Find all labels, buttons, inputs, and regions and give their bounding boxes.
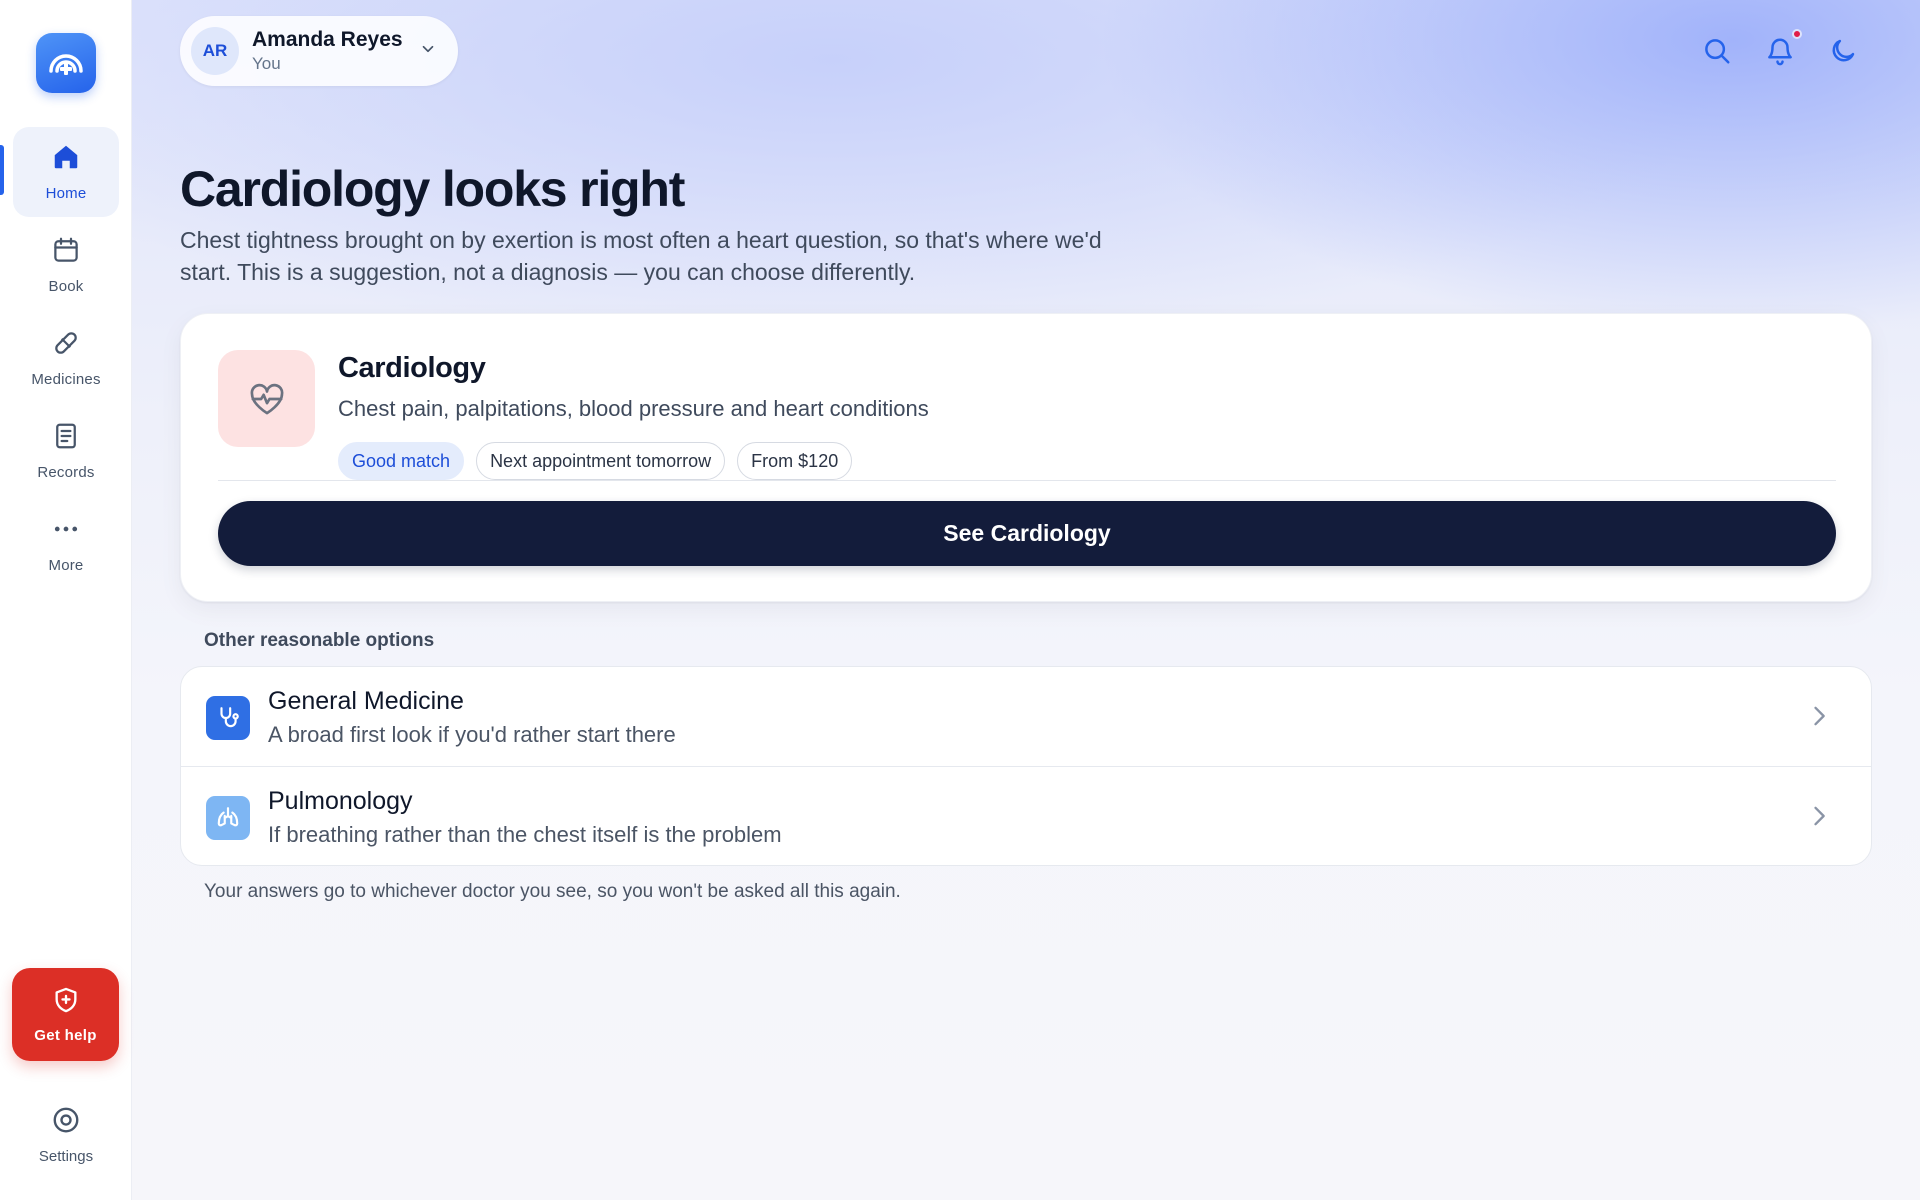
option-description: A broad first look if you'd rather start… (268, 722, 676, 747)
home-icon (51, 142, 81, 177)
app-logo[interactable] (36, 33, 96, 93)
profile-name: Amanda Reyes (252, 28, 403, 51)
sidebar-item-label: Settings (38, 1148, 94, 1165)
other-options-heading: Other reasonable options (204, 630, 435, 651)
chevron-right-icon (1805, 702, 1833, 735)
search-icon[interactable] (1702, 36, 1732, 66)
sidebar-item-records[interactable]: Records (13, 406, 119, 496)
sidebar-item-book[interactable]: Book (13, 220, 119, 310)
footnote: Your answers go to whichever doctor you … (204, 881, 901, 902)
sidebar-item-label: Medicines (31, 371, 101, 388)
recommendation-description: Chest pain, palpitations, blood pressure… (338, 396, 929, 421)
nav-active-indicator (0, 145, 4, 195)
see-cardiology-button[interactable]: See Cardiology (218, 501, 1836, 566)
sidebar-item-label: Book (48, 278, 84, 295)
page-title: Cardiology looks right (180, 161, 685, 217)
avatar: AR (191, 27, 239, 75)
page-description: Chest tightness brought on by exertion i… (180, 227, 1102, 285)
recommendation-card: Cardiology Chest pain, palpitations, blo… (180, 313, 1872, 602)
calendar-icon (51, 235, 81, 270)
sidebar-item-more[interactable]: More (13, 499, 119, 589)
other-options-list: General Medicine A broad first look if y… (180, 666, 1872, 866)
option-pulmonology[interactable]: Pulmonology If breathing rather than the… (181, 766, 1871, 865)
availability-badge: Next appointment tomorrow (476, 442, 726, 480)
pill-icon (51, 328, 81, 363)
sidebar-item-home[interactable]: Home (13, 127, 119, 217)
stethoscope-icon (206, 696, 250, 740)
sidebar-item-settings[interactable]: Settings (13, 1090, 119, 1180)
document-icon (51, 421, 81, 456)
bell-icon[interactable] (1765, 36, 1795, 66)
profile-subtitle: You (252, 54, 281, 73)
option-title: General Medicine (268, 687, 464, 715)
option-title: Pulmonology (268, 787, 413, 815)
get-help-button[interactable]: Get help (12, 968, 119, 1061)
heart-pulse-icon (218, 350, 315, 447)
gear-icon (51, 1105, 81, 1140)
sidebar-item-medicines[interactable]: Medicines (13, 313, 119, 403)
more-icon (51, 514, 81, 549)
profile-switcher[interactable]: AR Amanda Reyes You (180, 16, 458, 86)
lungs-icon (206, 796, 250, 840)
chevron-right-icon (1805, 802, 1833, 835)
recommendation-title: Cardiology (338, 352, 486, 384)
recommendation-tags: Good match Next appointment tomorrow Fro… (338, 442, 853, 480)
sidebar-item-label: Records (37, 464, 95, 481)
match-badge: Good match (338, 442, 465, 480)
sidebar-item-label: Home (45, 185, 87, 202)
divider (218, 480, 1836, 481)
option-description: If breathing rather than the chest itsel… (268, 822, 782, 847)
chevron-down-icon (419, 40, 437, 63)
sidebar-item-label: More (48, 557, 84, 574)
notification-badge (1792, 29, 1802, 39)
option-general-medicine[interactable]: General Medicine A broad first look if y… (181, 667, 1871, 766)
sidebar: Home Book Medicines Records More Get hel… (0, 0, 132, 1200)
price-badge: From $120 (737, 442, 853, 480)
get-help-label: Get help (34, 1026, 97, 1044)
shield-plus-icon (52, 986, 80, 1019)
moon-icon[interactable] (1828, 36, 1858, 66)
